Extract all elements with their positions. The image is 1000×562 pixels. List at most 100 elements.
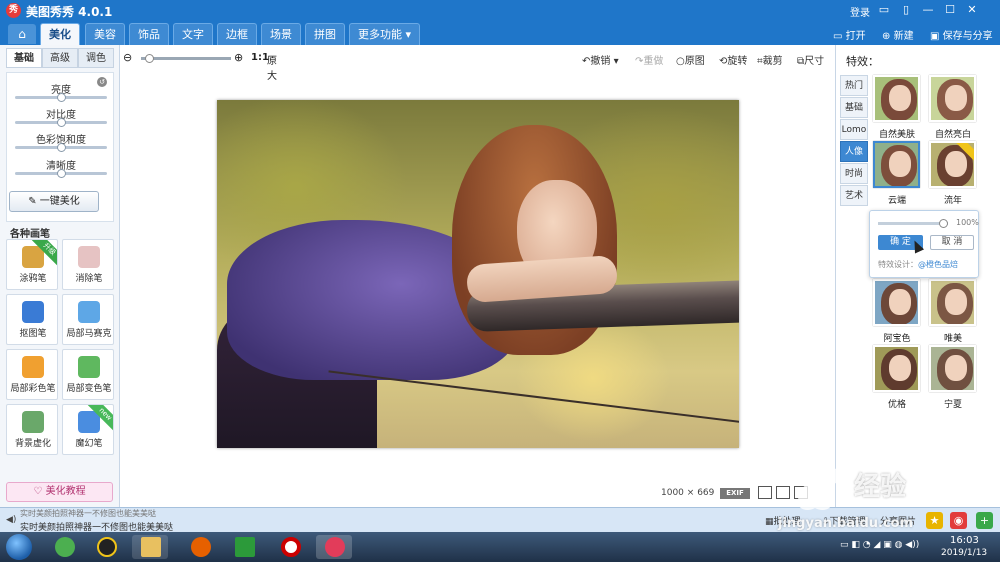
zoom-knob[interactable] [145, 54, 154, 63]
original-image-button[interactable]: ○原图 [676, 52, 705, 67]
tab-accessories[interactable]: 饰品 [129, 23, 169, 45]
mosaic-pen-tile[interactable]: 局部马赛克 [62, 294, 114, 345]
subtab-basic[interactable]: 基础 [6, 48, 42, 68]
tab-beautify[interactable]: 美化 [40, 23, 80, 45]
download-manager-button[interactable]: ⇩下载管理 [822, 514, 866, 527]
saturation-knob[interactable] [57, 143, 66, 152]
login-link[interactable]: 登录 [850, 4, 870, 19]
start-button-icon[interactable] [6, 534, 32, 560]
redo-button[interactable]: ↷重做 [635, 52, 663, 67]
crop-button[interactable]: ⌗裁剪 [757, 52, 783, 67]
video-player-icon [235, 537, 255, 557]
effect-label: 云端 [887, 196, 906, 206]
split-view-icon[interactable] [794, 486, 808, 499]
exif-button[interactable]: EXIF [720, 488, 750, 499]
color-pen-tile[interactable]: 局部彩色笔 [6, 349, 58, 400]
effect-thumb[interactable] [873, 279, 920, 326]
effect-thumb[interactable] [873, 75, 920, 122]
effect-thumb[interactable] [929, 75, 976, 122]
qq-icon [97, 537, 117, 557]
zoom-slider[interactable] [141, 54, 231, 63]
effect-thumb[interactable] [929, 141, 976, 188]
taskbar-firefox[interactable] [182, 535, 218, 559]
single-view-icon[interactable] [758, 486, 772, 499]
thumb-face [945, 289, 967, 315]
effect-thumb[interactable] [873, 141, 920, 188]
photo-cable [328, 370, 739, 424]
cancel-button[interactable]: 取 消 [930, 235, 974, 250]
eraser-pen-tile[interactable]: 消除笔 [62, 239, 114, 290]
contrast-slider[interactable] [15, 118, 107, 127]
effect-strength-slider[interactable] [878, 219, 948, 228]
weibo-icon[interactable]: ◉ [950, 512, 967, 529]
cutout-pen-tile[interactable]: 抠图笔 [6, 294, 58, 345]
brightness-knob[interactable] [57, 93, 66, 102]
photo-canvas[interactable] [217, 100, 739, 448]
magic-pen-tile[interactable]: new 魔幻笔 [62, 404, 114, 455]
undo-button[interactable]: ↶撤销 ▾ [582, 52, 619, 67]
original-size-button[interactable]: 原大 [267, 52, 277, 82]
taskbar-meitu[interactable] [316, 535, 352, 559]
batch-button[interactable]: ▦批处理 [765, 514, 801, 527]
new-button[interactable]: ⊕ 新建 [882, 27, 914, 42]
maximize-icon[interactable]: ☐ [942, 2, 958, 18]
effect-thumb[interactable] [873, 345, 920, 392]
skin-icon[interactable]: ▭ [876, 2, 892, 18]
subtab-toning[interactable]: 调色 [78, 48, 114, 68]
category-basic[interactable]: 基础 [840, 97, 868, 118]
compare-view-icon[interactable] [776, 486, 790, 499]
star-icon[interactable]: ★ [926, 512, 943, 529]
magic-wand-icon: ✎ [28, 196, 40, 207]
rotate-button[interactable]: ⟲旋转 [719, 52, 747, 67]
home-icon[interactable]: ⌂ [8, 24, 36, 44]
tab-text[interactable]: 文字 [173, 23, 213, 45]
taskbar-video-player[interactable] [226, 535, 262, 559]
zoom-out-icon[interactable]: ⊖ [123, 51, 132, 64]
menu-icon[interactable]: — [920, 2, 936, 18]
close-icon[interactable]: ✕ [964, 2, 980, 18]
effect-thumb[interactable] [929, 279, 976, 326]
tab-scene[interactable]: 场景 [261, 23, 301, 45]
resize-button[interactable]: ⧉尺寸 [797, 52, 824, 67]
category-hot[interactable]: 热门 [840, 75, 868, 96]
system-tray-icons[interactable]: ▭ ◧ ◔ ◢ ▣ ◍ ◀)) [840, 540, 919, 550]
category-art[interactable]: 艺术 [840, 185, 868, 206]
tutorial-button[interactable]: ♡ 美化教程 [6, 482, 113, 502]
tab-beauty[interactable]: 美容 [85, 23, 125, 45]
contrast-knob[interactable] [57, 118, 66, 127]
one-key-beautify-button[interactable]: ✎ 一键美化 [9, 191, 99, 212]
sharpness-knob[interactable] [57, 169, 66, 178]
eraser-icon [78, 246, 100, 268]
feedback-icon[interactable]: ▯ [898, 2, 914, 18]
sharpness-slider[interactable] [15, 169, 107, 178]
taskbar-qq[interactable] [88, 535, 124, 559]
taskbar-browser-360[interactable] [46, 535, 82, 559]
effect-strength-knob[interactable] [939, 219, 948, 228]
effect-thumb[interactable] [929, 345, 976, 392]
subtab-advanced[interactable]: 高级 [42, 48, 78, 68]
brightness-slider[interactable] [15, 93, 107, 102]
open-button[interactable]: ▭ 打开 [833, 27, 866, 42]
taskbar-explorer[interactable] [132, 535, 168, 559]
left-panel: 基础 高级 调色 ↺ 亮度 对比度 色彩饱和度 清晰度 ✎ 一键美化 各种画笔 … [0, 45, 120, 507]
tab-collage[interactable]: 拼图 [305, 23, 345, 45]
effect-label: 自然亮白 [934, 130, 971, 140]
recolor-pen-tile[interactable]: 局部变色笔 [62, 349, 114, 400]
image-height: 669 [697, 488, 715, 498]
save-share-button[interactable]: ▣ 保存与分享 [930, 27, 993, 42]
doodle-pen-tile[interactable]: 升级 涂鸦笔 [6, 239, 58, 290]
tab-border[interactable]: 边框 [217, 23, 257, 45]
tab-more-features[interactable]: 更多功能 ▾ [349, 23, 421, 45]
zoom-in-icon[interactable]: ⊕ [234, 51, 243, 64]
saturation-slider[interactable] [15, 143, 107, 152]
taskbar-recorder[interactable] [272, 535, 308, 559]
paint-bucket-icon [78, 356, 100, 378]
share-image-button[interactable]: 分享图片 [880, 514, 916, 527]
category-portrait[interactable]: 人像 [840, 141, 868, 162]
designer-link[interactable]: @橙色品焙 [918, 260, 958, 269]
add-icon[interactable]: + [976, 512, 993, 529]
category-lomo[interactable]: Lomo [840, 119, 868, 140]
background-blur-tile[interactable]: 背景虚化 [6, 404, 58, 455]
category-fashion[interactable]: 时尚 [840, 163, 868, 184]
undo-label: 撤销 [590, 56, 611, 67]
